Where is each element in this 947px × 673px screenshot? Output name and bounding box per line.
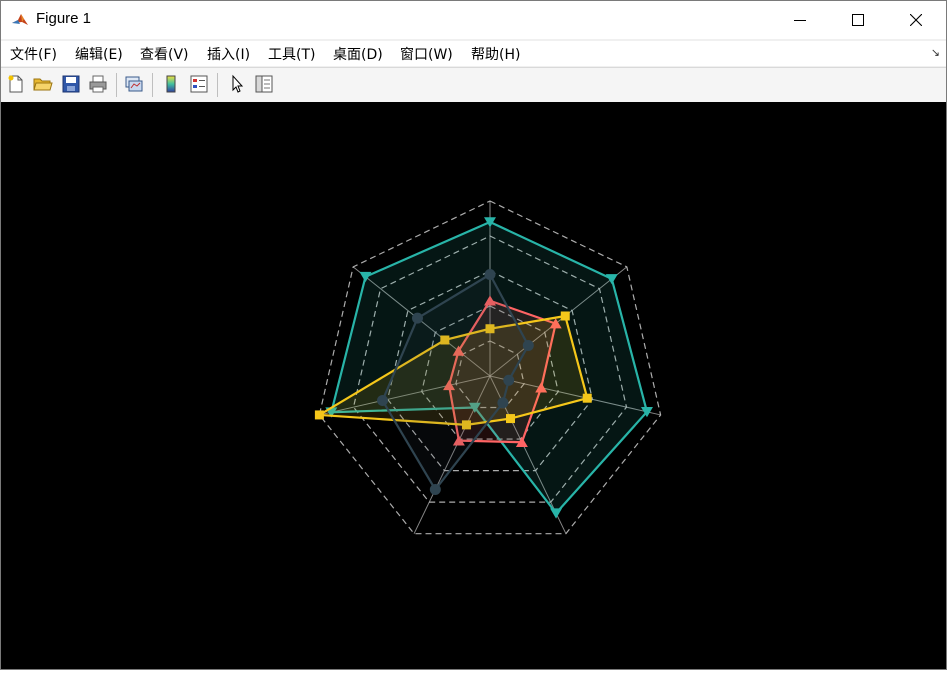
data-point-square xyxy=(314,410,324,420)
matlab-logo-icon xyxy=(11,11,29,29)
data-point-circle xyxy=(484,269,496,280)
window-title: Figure 1 xyxy=(36,10,92,27)
title-bar: Figure 1 xyxy=(1,1,946,39)
select-arrow-button[interactable] xyxy=(226,73,248,95)
figure-toolbar xyxy=(1,67,946,103)
menu-view[interactable]: 查看(V) xyxy=(140,44,189,64)
data-point-circle xyxy=(522,339,534,351)
folder-open-icon xyxy=(33,78,53,91)
menu-help[interactable]: 帮助(H) xyxy=(471,44,520,64)
menu-desktop[interactable]: 桌面(D) xyxy=(333,44,383,64)
figure-window: Figure 1 文件(F) 编辑(E) 查看(V) 插入(I) 工具(T) 桌… xyxy=(0,0,947,670)
data-point-circle xyxy=(377,395,389,407)
insert-colorbar-button[interactable] xyxy=(160,73,182,95)
data-point-triangle-down xyxy=(550,508,563,519)
data-point-circle xyxy=(497,397,509,409)
colorbar-icon xyxy=(166,75,176,93)
maximize-icon xyxy=(852,14,864,26)
data-point-circle xyxy=(503,374,515,386)
data-point-circle xyxy=(411,312,423,324)
toolbar-separator xyxy=(152,73,153,97)
menu-edit[interactable]: 编辑(E) xyxy=(75,44,123,64)
menu-tools[interactable]: 工具(T) xyxy=(268,44,315,64)
open-file-button[interactable] xyxy=(32,73,54,95)
close-button[interactable] xyxy=(887,1,945,39)
data-point-square xyxy=(560,311,570,321)
toolbar-separator xyxy=(116,73,117,97)
new-figure-button[interactable] xyxy=(5,73,27,95)
link-plot-button[interactable] xyxy=(123,73,145,95)
menu-window[interactable]: 窗口(W) xyxy=(400,44,453,64)
save-disk-icon xyxy=(62,75,80,93)
link-plot-icon xyxy=(125,76,143,92)
radar-chart xyxy=(314,200,662,535)
close-icon xyxy=(910,14,922,26)
minimize-button[interactable] xyxy=(771,1,829,39)
legend-icon xyxy=(190,75,208,93)
save-button[interactable] xyxy=(60,73,82,95)
minimize-icon xyxy=(794,20,806,21)
printer-icon xyxy=(89,75,107,93)
maximize-button[interactable] xyxy=(829,1,887,39)
toolbar-separator xyxy=(217,73,218,97)
new-file-icon xyxy=(8,75,23,93)
data-point-circle xyxy=(429,484,441,496)
menu-file[interactable]: 文件(F) xyxy=(10,44,57,64)
insert-legend-button[interactable] xyxy=(188,73,210,95)
menu-insert[interactable]: 插入(I) xyxy=(207,44,250,64)
menu-bar: 文件(F) 编辑(E) 查看(V) 插入(I) 工具(T) 桌面(D) 窗口(W… xyxy=(1,41,946,66)
figure-canvas[interactable] xyxy=(1,102,946,669)
print-button[interactable] xyxy=(87,73,109,95)
data-point-square xyxy=(582,393,592,403)
cursor-arrow-icon xyxy=(232,74,244,93)
property-inspector-button[interactable] xyxy=(253,73,275,95)
data-point-square xyxy=(506,414,516,424)
property-panel-icon xyxy=(255,75,273,93)
menu-expand-icon[interactable]: ↘ xyxy=(931,46,940,59)
